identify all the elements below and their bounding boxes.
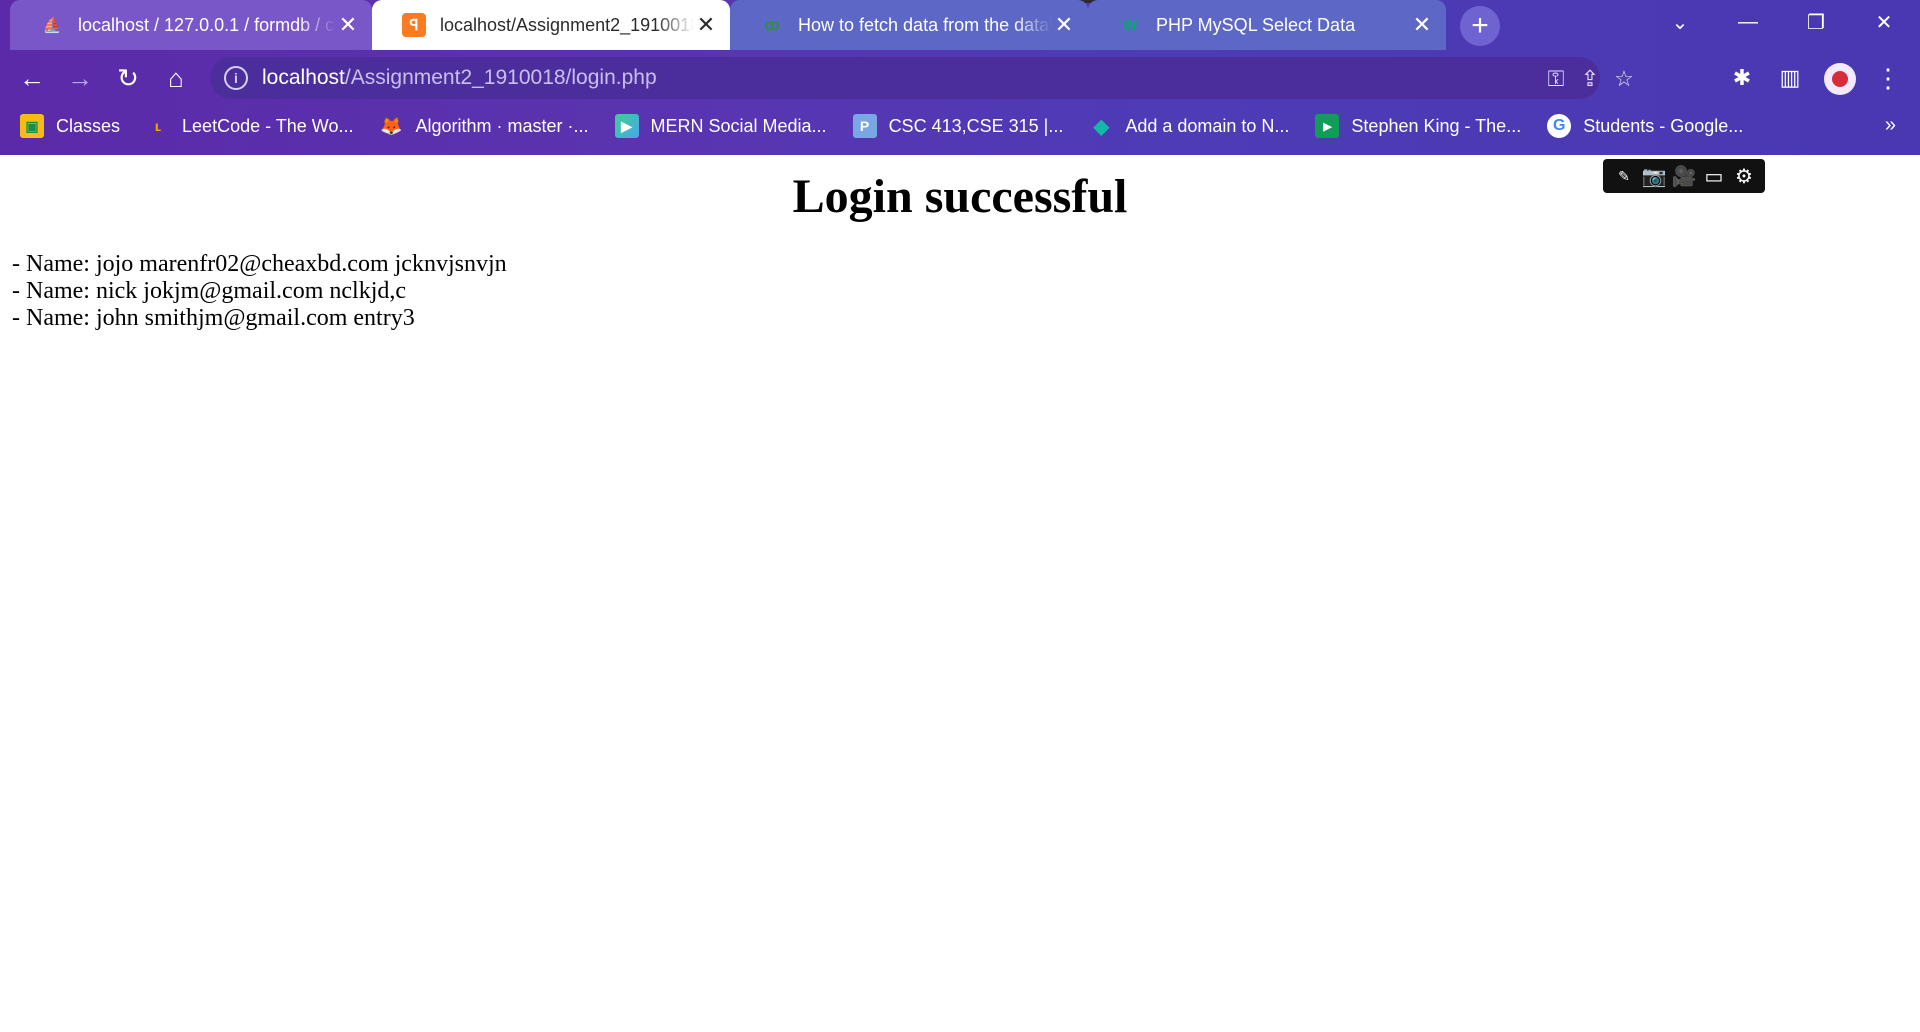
mern-icon: ▶ <box>614 114 639 138</box>
tab-strip: ⛵ localhost / 127.0.0.1 / formdb / c ✕ ꟼ… <box>0 0 1920 50</box>
window-icon[interactable]: ▭ <box>1700 162 1728 190</box>
bookmark-label: CSC 413,CSE 315 |... <box>888 115 1064 136</box>
records-list: - Name: jojo marenfr02@cheaxbd.com jcknv… <box>12 251 507 332</box>
bookmark-label: Students - Google... <box>1583 115 1744 136</box>
bookmark-label: Stephen King - The... <box>1351 115 1522 136</box>
tab-assignment[interactable]: ꟼ localhost/Assignment2_1910018/ ✕ <box>372 0 730 50</box>
bookmark-csc413[interactable]: P CSC 413,CSE 315 |... <box>852 114 1064 138</box>
bookmark-classes[interactable]: ▣ Classes <box>20 114 120 138</box>
bookmarks-overflow-icon[interactable]: » <box>1885 114 1896 137</box>
gitlab-icon: 🦊 <box>380 115 403 136</box>
screenshot-extension-toolbar: ✎ 📷 🎥 ▭ ⚙ <box>1603 159 1765 193</box>
tab-title: localhost/Assignment2_1910018/ <box>440 14 694 35</box>
diamond-icon: ◆ <box>1093 115 1110 138</box>
home-button[interactable]: ⌂ <box>156 58 196 98</box>
leetcode-icon: ʟ <box>154 118 162 134</box>
google-classroom-icon: ▣ <box>20 114 44 138</box>
xampp-icon: ꟼ <box>402 13 426 37</box>
bookmark-label: MERN Social Media... <box>650 115 827 136</box>
p-icon: P <box>852 114 877 138</box>
share-icon[interactable]: ⇪ <box>1576 65 1604 93</box>
bookmark-add-domain[interactable]: ◆ Add a domain to N... <box>1089 114 1290 138</box>
video-camera-icon[interactable]: 🎥 <box>1670 162 1698 190</box>
list-item: - Name: john smithjm@gmail.com entry3 <box>12 305 415 331</box>
forward-button[interactable]: → <box>60 58 100 98</box>
list-item: - Name: nick jokjm@gmail.com nclkjd,c <box>12 278 407 304</box>
bookmark-label: Add a domain to N... <box>1125 115 1290 136</box>
bookmark-label: Algorithm · master ·... <box>415 115 589 136</box>
video-icon: ▶ <box>1315 114 1340 138</box>
site-info-icon[interactable]: i <box>224 66 248 90</box>
tab-w3schools[interactable]: W PHP MySQL Select Data ✕ <box>1088 0 1446 50</box>
bookmark-label: LeetCode - The Wo... <box>182 115 354 136</box>
bookmark-label: Classes <box>56 115 121 136</box>
edit-icon[interactable]: ✎ <box>1610 162 1638 190</box>
close-icon[interactable]: ✕ <box>1410 12 1434 37</box>
close-icon[interactable]: ✕ <box>694 12 718 37</box>
back-button[interactable]: ← <box>12 58 52 98</box>
extensions-icon[interactable]: ✱ <box>1722 58 1762 98</box>
minimize-button[interactable]: — <box>1718 0 1778 44</box>
bookmark-leetcode[interactable]: ʟ LeetCode - The Wo... <box>146 114 354 138</box>
bookmark-students[interactable]: G Students - Google... <box>1547 114 1743 138</box>
close-window-button[interactable]: ✕ <box>1854 0 1914 44</box>
tab-search-icon[interactable]: ⌄ <box>1650 0 1710 44</box>
page-content: Login successful - Name: jojo marenfr02@… <box>0 155 1920 1032</box>
address-bar[interactable]: i localhost/Assignment2_1910018/login.ph… <box>210 57 1634 99</box>
browser-chrome: ⛵ localhost / 127.0.0.1 / formdb / c ✕ ꟼ… <box>0 0 1920 155</box>
geeksforgeeks-icon: ꝏ <box>764 17 780 34</box>
url-path: /Assignment2_1910018/login.php <box>344 66 657 89</box>
menu-icon[interactable]: ⋮ <box>1868 58 1908 98</box>
tab-geeksforgeeks[interactable]: ꝏ How to fetch data from the datal ✕ <box>730 0 1088 50</box>
restore-button[interactable]: ❐ <box>1786 0 1846 44</box>
tab-phpmyadmin[interactable]: ⛵ localhost / 127.0.0.1 / formdb / c ✕ <box>10 0 372 50</box>
tab-title: localhost / 127.0.0.1 / formdb / c <box>78 14 335 35</box>
phpmyadmin-icon: ⛵ <box>42 17 62 34</box>
tab-title: How to fetch data from the datal <box>798 14 1052 35</box>
new-tab-button[interactable]: + <box>1460 6 1500 46</box>
gear-icon[interactable]: ⚙ <box>1730 162 1758 190</box>
bookmark-star-icon[interactable]: ☆ <box>1610 65 1638 93</box>
w3schools-icon: W <box>1122 16 1138 34</box>
bookmark-stephen-king[interactable]: ▶ Stephen King - The... <box>1315 114 1521 138</box>
reload-button[interactable]: ↻ <box>108 58 148 98</box>
google-icon: G <box>1547 114 1572 138</box>
url-host: localhost <box>262 66 345 89</box>
bookmark-mern[interactable]: ▶ MERN Social Media... <box>614 114 827 138</box>
close-icon[interactable]: ✕ <box>1052 12 1076 37</box>
key-icon[interactable]: ⚿ <box>1542 65 1570 93</box>
toolbar: ← → ↻ ⌂ i localhost/Assignment2_1910018/… <box>0 56 1920 100</box>
avatar[interactable] <box>1824 63 1856 95</box>
bookmarks-bar: ▣ Classes ʟ LeetCode - The Wo... 🦊 Algor… <box>0 108 1920 144</box>
camera-icon[interactable]: 📷 <box>1640 162 1668 190</box>
close-icon[interactable]: ✕ <box>336 12 360 37</box>
list-item: - Name: jojo marenfr02@cheaxbd.com jcknv… <box>12 251 507 277</box>
tab-title: PHP MySQL Select Data <box>1156 14 1356 35</box>
side-panel-icon[interactable]: ▥ <box>1770 58 1810 98</box>
bookmark-gitlab[interactable]: 🦊 Algorithm · master ·... <box>379 114 588 138</box>
